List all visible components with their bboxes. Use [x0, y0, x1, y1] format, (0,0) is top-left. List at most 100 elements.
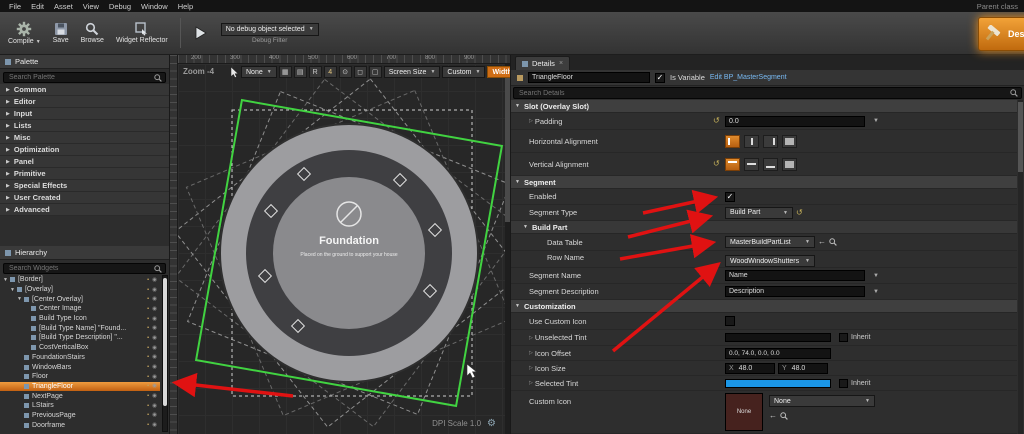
chevron-right-icon[interactable]: ▷ — [529, 380, 533, 386]
tree-item-trianglefloor[interactable]: TriangleFloor▪◉ — [0, 382, 160, 392]
cursor-tool-icon[interactable] — [230, 67, 239, 78]
visibility-eye-icon[interactable]: ◉ — [152, 316, 157, 322]
save-button[interactable]: Save — [53, 22, 69, 44]
palette-category-user-created[interactable]: ▶User Created — [0, 192, 169, 204]
tree-item-previouspage[interactable]: PreviousPage▪◉ — [0, 411, 160, 421]
halign-right-button[interactable] — [763, 135, 778, 148]
tree-item-windowbars[interactable]: WindowBars▪◉ — [0, 362, 160, 372]
palette-category-advanced[interactable]: ▶Advanced — [0, 204, 169, 216]
palette-panel-header[interactable]: Palette — [0, 55, 169, 69]
visibility-eye-icon[interactable]: ◉ — [152, 296, 157, 302]
browse-to-asset-icon[interactable] — [780, 412, 788, 420]
visibility-eye-icon[interactable]: ◉ — [152, 335, 157, 341]
custom-icon-thumbnail[interactable]: None — [725, 393, 763, 431]
enabled-checkbox[interactable]: ✓ — [725, 192, 735, 202]
designer-mode-button[interactable]: Designer — [978, 17, 1024, 51]
compile-button[interactable]: Compile▼ — [8, 21, 41, 45]
menu-edit[interactable]: Edit — [26, 2, 49, 11]
section-customization[interactable]: ▼ Customization — [511, 300, 1017, 313]
tree-item-lstairs[interactable]: LStairs▪◉ — [0, 401, 160, 411]
menu-file[interactable]: File — [4, 2, 26, 11]
padding-value-input[interactable]: 0.0 — [725, 116, 865, 127]
palette-category-optimization[interactable]: ▶Optimization — [0, 144, 169, 156]
palette-category-lists[interactable]: ▶Lists — [0, 120, 169, 132]
grid-size-button[interactable]: 4 — [324, 66, 337, 78]
tree-item-overlay[interactable]: ▼[Overlay]▪◉ — [0, 285, 160, 295]
reset-to-default-icon[interactable]: ↺ — [796, 209, 803, 217]
visibility-eye-icon[interactable]: ◉ — [152, 364, 157, 370]
palette-category-editor[interactable]: ▶Editor — [0, 96, 169, 108]
width-field-label[interactable]: Width — [487, 66, 510, 78]
use-custom-icon-checkbox[interactable] — [725, 316, 735, 326]
visibility-eye-icon[interactable]: ◉ — [152, 306, 157, 312]
dpi-settings-gear-icon[interactable]: ⚙ — [487, 418, 496, 429]
section-slot-overlay-slot[interactable]: ▼ Slot (Overlay Slot) — [511, 100, 1017, 113]
visibility-eye-icon[interactable]: ◉ — [152, 383, 157, 389]
expander-icon[interactable]: ▼ — [3, 277, 8, 283]
use-selected-asset-icon[interactable]: ← — [818, 238, 826, 246]
grid-toggle-button[interactable]: ▦ — [279, 66, 292, 78]
tree-item-center-image[interactable]: Center Image▪◉ — [0, 304, 160, 314]
icon-offset-input[interactable]: 0.0, 74.0, 0.0, 0.0 — [725, 348, 831, 359]
chevron-right-icon[interactable]: ▷ — [529, 350, 533, 356]
visibility-eye-icon[interactable]: ◉ — [152, 325, 157, 331]
design-canvas[interactable]: Zoom -4 None▼ ▦ ▤ R 4 ⊙ ◻ ▢ Screen Size▼… — [178, 64, 510, 434]
data-table-dropdown[interactable]: MasterBuildPartList▼ — [725, 236, 815, 248]
menu-asset[interactable]: Asset — [49, 2, 78, 11]
visibility-eye-icon[interactable]: ◉ — [152, 393, 157, 399]
outline-toggle-button[interactable]: ◻ — [354, 66, 367, 78]
hierarchy-search-input[interactable] — [7, 264, 152, 273]
rotation-snap-button[interactable]: R — [309, 66, 322, 78]
visibility-eye-icon[interactable]: ◉ — [152, 374, 157, 380]
section-segment[interactable]: ▼ Segment — [511, 176, 1017, 189]
palette-search-input[interactable] — [7, 73, 152, 82]
unselected-tint-color-swatch[interactable] — [725, 333, 831, 342]
chevron-right-icon[interactable]: ▷ — [529, 335, 533, 341]
halign-fill-button[interactable] — [782, 135, 797, 148]
tree-item-build-type-name[interactable]: [Build Type Name] "Found...▪◉ — [0, 323, 160, 333]
bind-dropdown-icon[interactable]: ▼ — [873, 273, 879, 279]
tree-item-doorframe[interactable]: Doorframe▪◉ — [0, 420, 160, 430]
resolution-preset-dropdown[interactable]: Custom▼ — [442, 66, 485, 78]
use-selected-asset-icon[interactable]: ← — [769, 412, 777, 420]
palette-category-input[interactable]: ▶Input — [0, 108, 169, 120]
browse-to-asset-icon[interactable] — [829, 238, 837, 246]
tree-item-nextpage[interactable]: NextPage▪◉ — [0, 391, 160, 401]
custom-icon-dropdown[interactable]: None▼ — [769, 395, 875, 407]
tree-item-center-overlay[interactable]: ▼[Center Overlay]▪◉ — [0, 294, 160, 304]
reset-to-default-icon[interactable]: ↺ — [713, 160, 720, 168]
unselected-tint-inherit-checkbox[interactable] — [839, 333, 848, 342]
tree-item-costverticalbox[interactable]: CostVerticalBox▪◉ — [0, 343, 160, 353]
close-icon[interactable]: × — [559, 60, 563, 67]
valign-fill-button[interactable] — [782, 158, 797, 171]
chevron-right-icon[interactable]: ▷ — [529, 365, 533, 371]
visibility-eye-icon[interactable]: ◉ — [152, 354, 157, 360]
snap-grid-dropdown[interactable]: None▼ — [241, 66, 277, 78]
details-search-input[interactable] — [517, 89, 1008, 98]
lock-viewport-button[interactable]: ⊙ — [339, 66, 352, 78]
visibility-eye-icon[interactable]: ◉ — [152, 287, 157, 293]
tree-item-border[interactable]: ▼[Border]▪◉ — [0, 275, 160, 285]
row-name-dropdown[interactable]: WoodWindowShutters▼ — [725, 255, 815, 267]
valign-center-button[interactable] — [744, 158, 759, 171]
bind-dropdown-icon[interactable]: ▼ — [873, 118, 879, 124]
selected-tint-inherit-checkbox[interactable] — [839, 379, 848, 388]
visibility-eye-icon[interactable]: ◉ — [152, 403, 157, 409]
reset-to-default-icon[interactable]: ↺ — [713, 117, 720, 125]
menu-help[interactable]: Help — [173, 2, 198, 11]
palette-category-special-effects[interactable]: ▶Special Effects — [0, 180, 169, 192]
palette-category-panel[interactable]: ▶Panel — [0, 156, 169, 168]
segment-type-dropdown[interactable]: Build Part▼ — [725, 207, 793, 219]
halign-left-button[interactable] — [725, 135, 740, 148]
icon-size-y-input[interactable]: Y 48.0 — [778, 363, 828, 374]
tree-item-foundationstairs[interactable]: FoundationStairs▪◉ — [0, 353, 160, 363]
foundation-radial-widget[interactable]: Foundation Placed on the ground to suppo… — [220, 124, 478, 382]
browse-button[interactable]: Browse — [81, 22, 104, 44]
segment-description-input[interactable]: Description — [725, 286, 865, 297]
palette-category-common[interactable]: ▶Common — [0, 84, 169, 96]
palette-category-misc[interactable]: ▶Misc — [0, 132, 169, 144]
visibility-eye-icon[interactable]: ◉ — [152, 277, 157, 283]
hierarchy-scrollbar[interactable] — [162, 275, 168, 432]
is-variable-checkbox[interactable]: ✓ — [655, 73, 665, 83]
valign-bottom-button[interactable] — [763, 158, 778, 171]
